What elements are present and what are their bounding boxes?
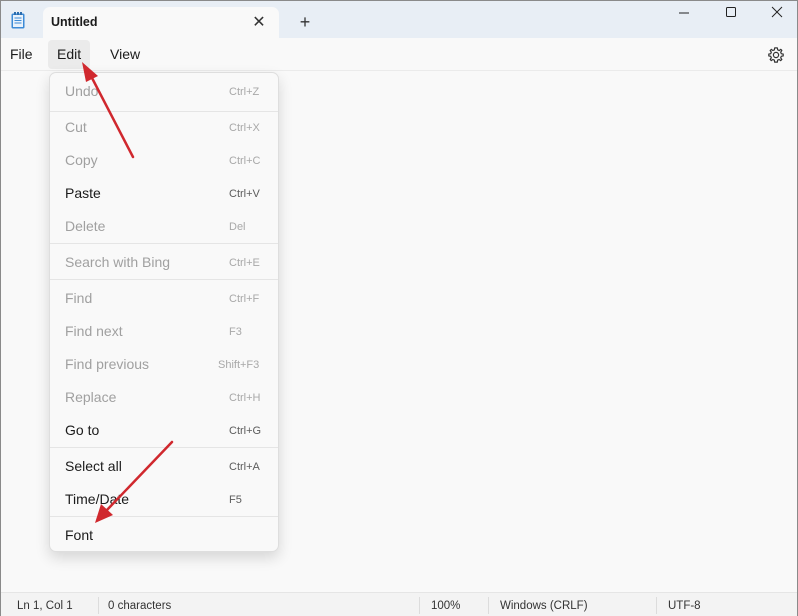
menu-item-label: Go to (65, 422, 100, 438)
notepad-icon (11, 12, 25, 29)
menu-item-shortcut: F5 (229, 494, 242, 506)
menu-item-label: Time/Date (65, 491, 130, 507)
menu-item-shortcut: Ctrl+F (229, 293, 260, 305)
menu-item-label: Undo (65, 83, 99, 99)
menu-separator (50, 243, 278, 244)
tab-title: Untitled (51, 15, 98, 29)
close-window-button[interactable] (754, 1, 798, 27)
notepad-window: Untitled ✕ + File Edit View Undo Ctrl+Z … (0, 0, 798, 616)
gear-icon[interactable] (767, 46, 785, 64)
minimize-button[interactable] (661, 1, 707, 27)
menu-item-label: Cut (65, 119, 87, 135)
character-count: 0 characters (108, 600, 172, 612)
menu-separator (50, 516, 278, 517)
menu-item-paste[interactable]: Paste Ctrl+V (54, 177, 276, 210)
cursor-position: Ln 1, Col 1 (17, 600, 73, 612)
menu-separator (50, 447, 278, 448)
menu-item-shortcut: Ctrl+X (229, 122, 260, 134)
status-divider (98, 597, 99, 614)
menu-item-shortcut: Ctrl+A (229, 461, 260, 473)
maximize-icon (726, 7, 736, 17)
menu-item-label: Copy (65, 152, 98, 168)
menu-item-cut[interactable]: Cut Ctrl+X (54, 111, 276, 144)
menu-item-search-with-bing[interactable]: Search with Bing Ctrl+E (54, 246, 276, 279)
menu-separator (50, 279, 278, 280)
menu-item-label: Paste (65, 185, 101, 201)
menu-item-replace[interactable]: Replace Ctrl+H (54, 381, 276, 414)
status-divider (488, 597, 489, 614)
title-bar: Untitled ✕ + (1, 1, 797, 38)
tab-untitled[interactable]: Untitled ✕ (43, 7, 279, 38)
new-tab-button[interactable]: + (294, 12, 316, 34)
menu-item-shortcut: Ctrl+H (229, 392, 261, 404)
menu-item-go-to[interactable]: Go to Ctrl+G (54, 414, 276, 447)
line-ending[interactable]: Windows (CRLF) (500, 600, 588, 612)
menu-item-shortcut: Ctrl+E (229, 257, 260, 269)
menu-item-shortcut: Ctrl+C (229, 155, 261, 167)
close-tab-icon[interactable]: ✕ (249, 13, 269, 33)
menu-item-undo[interactable]: Undo Ctrl+Z (54, 75, 276, 108)
close-icon (771, 6, 783, 18)
menu-item-shortcut: Ctrl+G (229, 425, 262, 437)
status-divider (656, 597, 657, 614)
menu-item-delete[interactable]: Delete Del (54, 210, 276, 243)
menu-item-select-all[interactable]: Select all Ctrl+A (54, 450, 276, 483)
menu-item-label: Find next (65, 323, 123, 339)
menu-item-shortcut: Del (229, 221, 246, 233)
menu-item-shortcut: F3 (229, 326, 242, 338)
menu-item-find-next[interactable]: Find next F3 (54, 315, 276, 348)
menu-item-copy[interactable]: Copy Ctrl+C (54, 144, 276, 177)
menu-item-font[interactable]: Font (54, 519, 276, 552)
status-divider (419, 597, 420, 614)
menu-item-label: Find (65, 290, 93, 306)
encoding[interactable]: UTF-8 (668, 600, 701, 612)
maximize-button[interactable] (708, 1, 754, 27)
minimize-icon (679, 12, 689, 14)
zoom-level[interactable]: 100% (431, 600, 460, 612)
menu-item-find[interactable]: Find Ctrl+F (54, 282, 276, 315)
status-bar: Ln 1, Col 1 0 characters 100% Windows (C… (1, 592, 797, 616)
menu-item-find-previous[interactable]: Find previous Shift+F3 (54, 348, 276, 381)
menu-edit[interactable]: Edit (48, 40, 91, 69)
menu-item-shortcut: Ctrl+V (229, 188, 260, 200)
menu-item-shortcut: Shift+F3 (218, 359, 260, 371)
menu-view[interactable]: View (101, 40, 149, 69)
menu-file[interactable]: File (1, 40, 42, 69)
menu-item-label: Replace (65, 389, 117, 405)
menu-bar: File Edit View (1, 38, 797, 71)
menu-item-label: Find previous (65, 356, 150, 372)
menu-item-label: Delete (65, 218, 106, 234)
menu-item-label: Search with Bing (65, 254, 171, 270)
menu-item-label: Select all (65, 458, 122, 474)
menu-item-shortcut: Ctrl+Z (229, 86, 260, 98)
menu-item-time-date[interactable]: Time/Date F5 (54, 483, 276, 516)
edit-menu-dropdown: Undo Ctrl+Z Cut Ctrl+X Copy Ctrl+C Paste… (49, 72, 279, 552)
menu-item-label: Font (65, 527, 94, 543)
